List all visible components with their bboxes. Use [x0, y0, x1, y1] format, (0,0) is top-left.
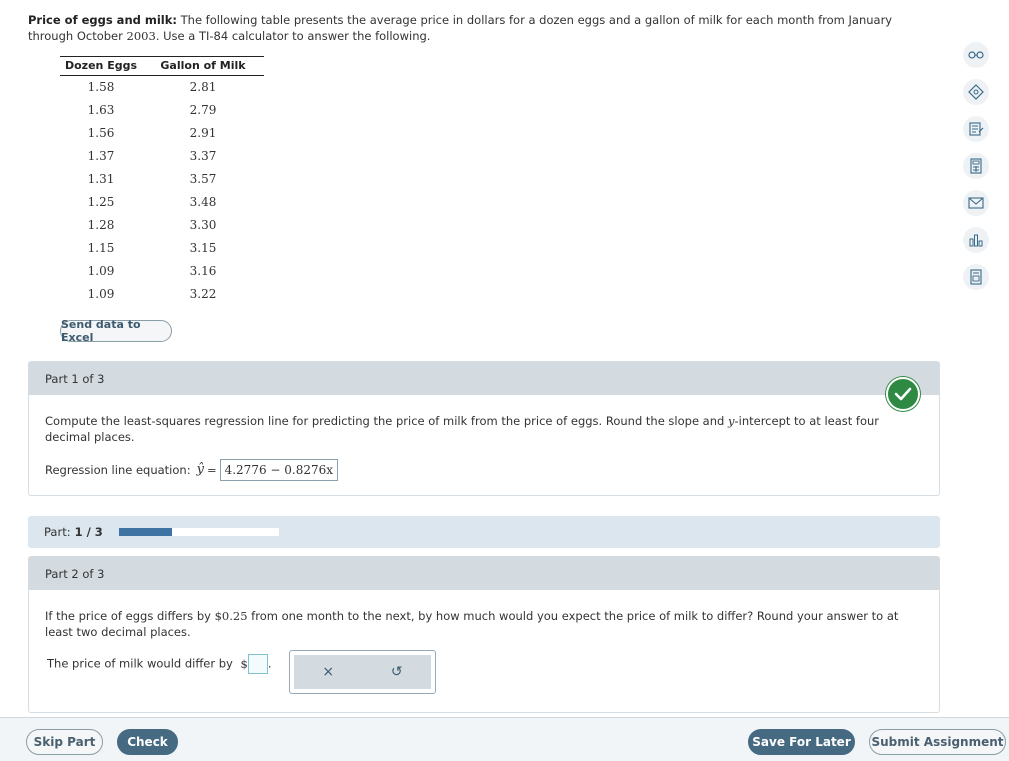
math-input-popup: × ↺: [289, 650, 436, 694]
side-toolbar: [963, 42, 991, 301]
milk-price-cell: 3.15: [189, 241, 217, 255]
send-to-excel-button[interactable]: Send data to Excel: [60, 318, 172, 344]
intro-year: 2003: [126, 29, 156, 43]
table-row: 1.58 2.81: [60, 76, 264, 99]
part1-question: Compute the least-squares regression lin…: [45, 413, 923, 445]
part1-question-text: Compute the least-squares regression lin…: [45, 414, 728, 428]
eggs-price-cell: 1.15: [87, 241, 115, 255]
milk-price-cell: 3.57: [189, 172, 217, 186]
undo-icon[interactable]: ↺: [391, 664, 403, 680]
milk-price-cell: 3.16: [189, 264, 217, 278]
milk-price-cell: 2.81: [189, 80, 217, 95]
table-row: 1.37 3.37: [60, 145, 264, 168]
milk-price-cell: 3.22: [189, 287, 217, 301]
eggs-price-cell: 1.56: [87, 126, 115, 140]
regression-label: Regression line equation:: [45, 463, 191, 477]
part1-equation-row: Regression line equation: ŷ = 4.2776 − 0…: [45, 459, 923, 481]
eggs-price-cell: 1.31: [87, 172, 115, 186]
eggs-price-cell: 1.28: [87, 218, 115, 232]
table-row: 1.63 2.79: [60, 99, 264, 122]
table-row: 1.31 3.57: [60, 168, 264, 191]
table-row: 1.25 3.48: [60, 191, 264, 214]
milk-difference-input[interactable]: [247, 654, 268, 674]
progress-track: [118, 528, 279, 536]
footer-bar: Skip Part Check Save For Later Submit As…: [0, 717, 1009, 761]
part2-card: Part 2 of 3 If the price of eggs differs…: [28, 556, 940, 713]
table-row: 1.56 2.91: [60, 122, 264, 145]
table-row: 1.09 3.22: [60, 283, 264, 306]
mail-icon[interactable]: [963, 190, 989, 216]
milk-price-cell: 3.37: [189, 149, 217, 163]
table-row: 1.28 3.30: [60, 214, 264, 237]
part1-header: Part 1 of 3: [29, 362, 939, 395]
glasses-icon[interactable]: [963, 42, 989, 68]
notes-icon[interactable]: [963, 116, 989, 142]
chart-icon[interactable]: [963, 227, 989, 253]
eggs-price-cell: 1.25: [87, 195, 115, 209]
part2-question: If the price of eggs differs by $0.25 fr…: [45, 608, 923, 640]
eggs-price-cell: 1.09: [87, 287, 115, 301]
milk-price-cell: 3.48: [189, 195, 217, 209]
eggs-price-cell: 1.63: [87, 103, 115, 117]
dollar-sign: $: [240, 656, 248, 671]
problem-title: Price of eggs and milk:: [28, 13, 177, 27]
part2-answer-label: The price of milk would differ by: [47, 656, 233, 671]
eggs-price-cell: 1.37: [87, 149, 115, 163]
regression-answer-field[interactable]: 4.2776 − 0.8276x: [219, 459, 339, 481]
table-row: 1.09 3.16: [60, 260, 264, 283]
part2-question-amount: $0.25: [214, 609, 248, 623]
table-header-milk: Gallon of Milk: [142, 56, 264, 76]
progress-value: 1 / 3: [74, 525, 103, 539]
part2-answer-row: The price of milk would differ by $.: [45, 654, 923, 674]
clear-icon[interactable]: ×: [322, 664, 334, 680]
intro-text-b: . Use a TI-84 calculator to answer the f…: [155, 29, 431, 43]
milk-price-cell: 3.30: [189, 218, 217, 232]
milk-price-cell: 2.79: [189, 103, 217, 117]
equals-sign: =: [206, 463, 217, 477]
milk-price-cell: 2.91: [189, 126, 217, 140]
progress-label: Part:: [44, 525, 71, 539]
ai-tutor-icon[interactable]: [963, 79, 989, 105]
correct-check-icon: [886, 377, 920, 411]
calculator-icon[interactable]: [963, 153, 989, 179]
submit-assignment-button[interactable]: Submit Assignment: [869, 729, 1006, 755]
yhat-symbol: ŷ: [196, 462, 204, 477]
part2-question-a: If the price of eggs differs by: [45, 609, 215, 623]
answer-period: .: [267, 656, 272, 671]
skip-part-button[interactable]: Skip Part: [26, 729, 103, 755]
part-progress: Part: 1 / 3: [28, 516, 940, 548]
data-table: Dozen Eggs Gallon of Milk 1.58 2.81 1.63 2.…: [60, 56, 264, 306]
table-row: 1.15 3.15: [60, 237, 264, 260]
part2-header: Part 2 of 3: [29, 557, 939, 590]
table-header-eggs: Dozen Eggs: [60, 56, 142, 76]
check-button[interactable]: Check: [117, 729, 178, 755]
part1-card: Part 1 of 3 Compute the least-squares re…: [28, 361, 940, 496]
progress-fill: [118, 528, 173, 536]
eggs-price-cell: 1.58: [87, 80, 115, 95]
eggs-price-cell: 1.09: [87, 264, 115, 278]
problem-intro: Price of eggs and milk: The following ta…: [28, 12, 928, 44]
document-icon[interactable]: [963, 264, 989, 290]
save-for-later-button[interactable]: Save For Later: [748, 729, 855, 755]
